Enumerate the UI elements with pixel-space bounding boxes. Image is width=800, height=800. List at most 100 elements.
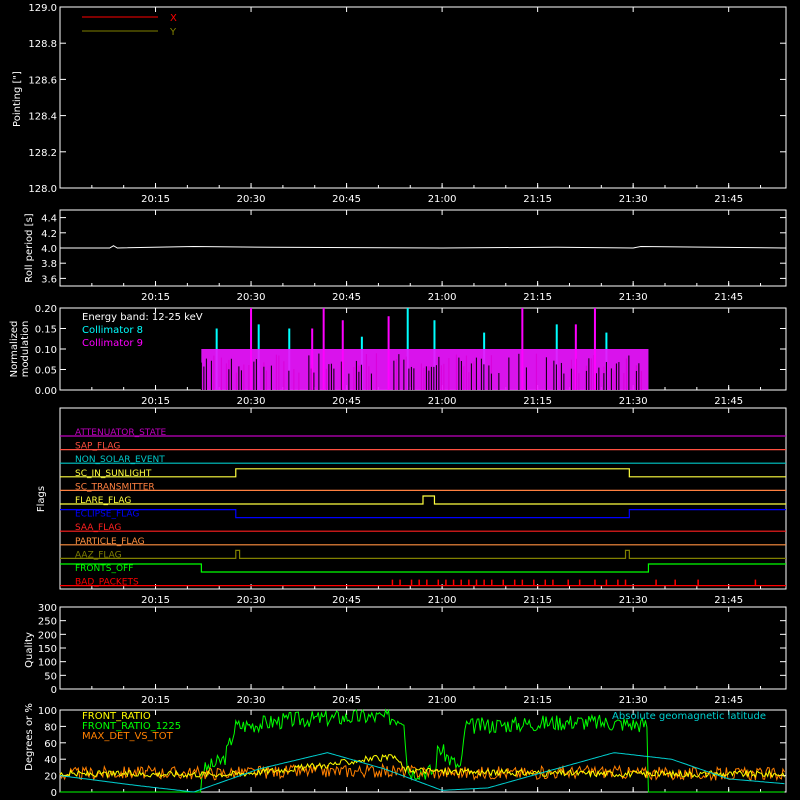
quality-ytick-label: 50 bbox=[44, 671, 57, 682]
quality-plot-frame bbox=[59, 606, 787, 690]
legend-x-label: X bbox=[170, 13, 177, 24]
quality-xtick-label: 21:00 bbox=[428, 695, 457, 706]
flag-label-particle_flag: PARTICLE_FLAG bbox=[75, 537, 145, 547]
legend-y-label: Y bbox=[169, 27, 177, 38]
ratios-ytick-label: 0 bbox=[51, 788, 57, 799]
flags-xtick-label: 21:30 bbox=[619, 595, 648, 606]
flag-line-aaz_flag bbox=[60, 549, 786, 560]
flag-label-saa_flag: SAA_FLAG bbox=[75, 523, 121, 533]
quality-xtick-label: 20:45 bbox=[332, 695, 361, 706]
modulation-ytick-label: 0.00 bbox=[35, 386, 57, 397]
flags-xtick-label: 20:30 bbox=[237, 595, 266, 606]
flags-panel: Flags 20:15 20:30 20:45 21:00 21:15 21:30 21:4… bbox=[36, 407, 787, 606]
ratios-ytick-label: 20 bbox=[44, 772, 57, 783]
ratios-ylabel: Degrees or % bbox=[24, 703, 35, 771]
flag-line-sc_in_sunlight bbox=[60, 468, 786, 478]
flag-label-sc_in_sunlight: SC_IN_SUNLIGHT bbox=[75, 469, 152, 479]
roll-ytick-label: 3.6 bbox=[41, 274, 57, 285]
pointing-panel: Pointing ["] 20:15 20:30 20:45 21:00 21:15 21… bbox=[12, 3, 787, 205]
pointing-ytick-label: 128.0 bbox=[28, 184, 57, 195]
flag-label-sap_flag: SAP_FLAG bbox=[75, 442, 120, 452]
flag-line-flare_flag bbox=[60, 495, 786, 505]
pointing-xtick-label: 21:30 bbox=[619, 194, 648, 205]
flag-label-aaz_flag: AAZ_FLAG bbox=[75, 550, 122, 560]
modulation-ylabel-line2: modulation bbox=[20, 321, 31, 378]
modulation-ytick-label: 0.15 bbox=[35, 325, 57, 336]
flags-xtick-label: 21:45 bbox=[714, 595, 743, 606]
modulation-ylabel-line1: Normalized bbox=[9, 321, 20, 378]
roll-panel: Roll period [s] 20:15 20:30 20:45 21:00 21:1… bbox=[24, 209, 787, 303]
pointing-xtick-label: 20:15 bbox=[141, 194, 170, 205]
ratios-ytick-label: 40 bbox=[44, 755, 57, 766]
quality-xtick-label: 21:30 bbox=[619, 695, 648, 706]
quality-xtick-label: 20:30 bbox=[237, 695, 266, 706]
modulation-xtick-label: 20:45 bbox=[332, 396, 361, 407]
quality-panel: Quality 20:15 20:30 20:45 21:00 21:15 21:30 21… bbox=[24, 603, 787, 706]
quality-ytick-label: 250 bbox=[38, 617, 57, 628]
modulation-xtick-label: 21:30 bbox=[619, 396, 648, 407]
quality-ylabel: Quality bbox=[24, 632, 35, 668]
flags-xtick-label: 20:45 bbox=[332, 595, 361, 606]
figure: Pointing ["] 20:15 20:30 20:45 21:00 21:15 21… bbox=[9, 3, 787, 799]
quality-xtick-label: 20:15 bbox=[141, 695, 170, 706]
ratios-ytick-label: 80 bbox=[44, 722, 57, 733]
modulation-ytick-label: 0.20 bbox=[35, 304, 57, 315]
legend-max-det: MAX_DET_VS_TOT bbox=[82, 731, 174, 742]
pointing-xtick-label: 20:45 bbox=[332, 194, 361, 205]
quality-xtick-label: 21:45 bbox=[714, 695, 743, 706]
roll-series-line bbox=[60, 245, 787, 249]
pointing-ytick-label: 129.0 bbox=[28, 3, 57, 14]
modulation-ytick-label: 0.05 bbox=[35, 366, 57, 377]
roll-ytick-label: 4.2 bbox=[41, 229, 57, 240]
pointing-ytick-label: 128.8 bbox=[28, 39, 57, 50]
flags-ylabel: Flags bbox=[36, 486, 47, 512]
pointing-ytick-label: 128.4 bbox=[28, 112, 57, 123]
quality-ytick-label: 300 bbox=[38, 603, 57, 614]
ratios-panel: Degrees or % 020406080100 FRONT_RATIO FR… bbox=[24, 703, 787, 799]
modulation-xtick-label: 21:00 bbox=[428, 396, 457, 407]
modulation-panel: Normalized modulation 20:15 20:30 20:45 21:… bbox=[9, 304, 787, 407]
quality-xtick-label: 21:15 bbox=[523, 695, 552, 706]
flag-label-bad_packets: BAD_PACKETS bbox=[75, 578, 139, 588]
pointing-xtick-label: 21:15 bbox=[523, 194, 552, 205]
flag-label-flare_flag: FLARE_FLAG bbox=[75, 496, 131, 506]
flag-label-fronts_off: FRONTS_OFF bbox=[75, 564, 133, 574]
ratios-ytick-label: 100 bbox=[38, 706, 57, 717]
flag-label-eclipse_flag: ECLIPSE_FLAG bbox=[75, 510, 139, 520]
flag-label-sc_transmitter: SC_TRANSMITTER bbox=[75, 482, 155, 492]
flag-label-non_solar_event: NON_SOLAR_EVENT bbox=[75, 455, 165, 465]
pointing-xtick-label: 21:45 bbox=[714, 194, 743, 205]
roll-xtick-label: 20:30 bbox=[237, 292, 266, 303]
pointing-xtick-label: 21:00 bbox=[428, 194, 457, 205]
quality-ytick-label: 100 bbox=[38, 658, 57, 669]
pointing-xtick-label: 20:30 bbox=[237, 194, 266, 205]
quality-ytick-label: 0 bbox=[51, 685, 57, 696]
pointing-ytick-label: 128.6 bbox=[28, 75, 57, 86]
pointing-ylabel: Pointing ["] bbox=[12, 71, 23, 127]
roll-ytick-label: 4.4 bbox=[41, 214, 57, 225]
energy-band-annotation: Energy band: 12-25 keV bbox=[82, 312, 203, 323]
flag-line-eclipse_flag bbox=[60, 509, 786, 519]
roll-xtick-label: 20:45 bbox=[332, 292, 361, 303]
roll-xtick-label: 21:45 bbox=[714, 292, 743, 303]
flags-xtick-label: 21:15 bbox=[523, 595, 552, 606]
modulation-xtick-label: 20:30 bbox=[237, 396, 266, 407]
modulation-ytick-label: 0.10 bbox=[35, 345, 57, 356]
modulation-xtick-label: 20:15 bbox=[141, 396, 170, 407]
roll-xtick-label: 21:30 bbox=[619, 292, 648, 303]
quality-ytick-label: 200 bbox=[38, 630, 57, 641]
legend-geomag: Absolute geomagnetic latitude bbox=[612, 711, 766, 722]
roll-xtick-label: 20:15 bbox=[141, 292, 170, 303]
quality-ytick-label: 150 bbox=[38, 644, 57, 655]
legend-collimator8: Collimator 8 bbox=[82, 325, 143, 336]
roll-xtick-label: 21:00 bbox=[428, 292, 457, 303]
ratios-ytick-label: 60 bbox=[44, 739, 57, 750]
legend-collimator9: Collimator 9 bbox=[82, 338, 143, 349]
flag-label-attenuator_state: ATTENUATOR_STATE bbox=[75, 428, 167, 438]
flag-line-fronts_off bbox=[60, 563, 786, 573]
roll-ylabel: Roll period [s] bbox=[24, 213, 35, 282]
roll-xtick-label: 21:15 bbox=[523, 292, 552, 303]
modulation-xtick-label: 21:15 bbox=[523, 396, 552, 407]
pointing-plot-frame bbox=[59, 6, 787, 189]
pointing-ytick-label: 128.2 bbox=[28, 148, 57, 159]
